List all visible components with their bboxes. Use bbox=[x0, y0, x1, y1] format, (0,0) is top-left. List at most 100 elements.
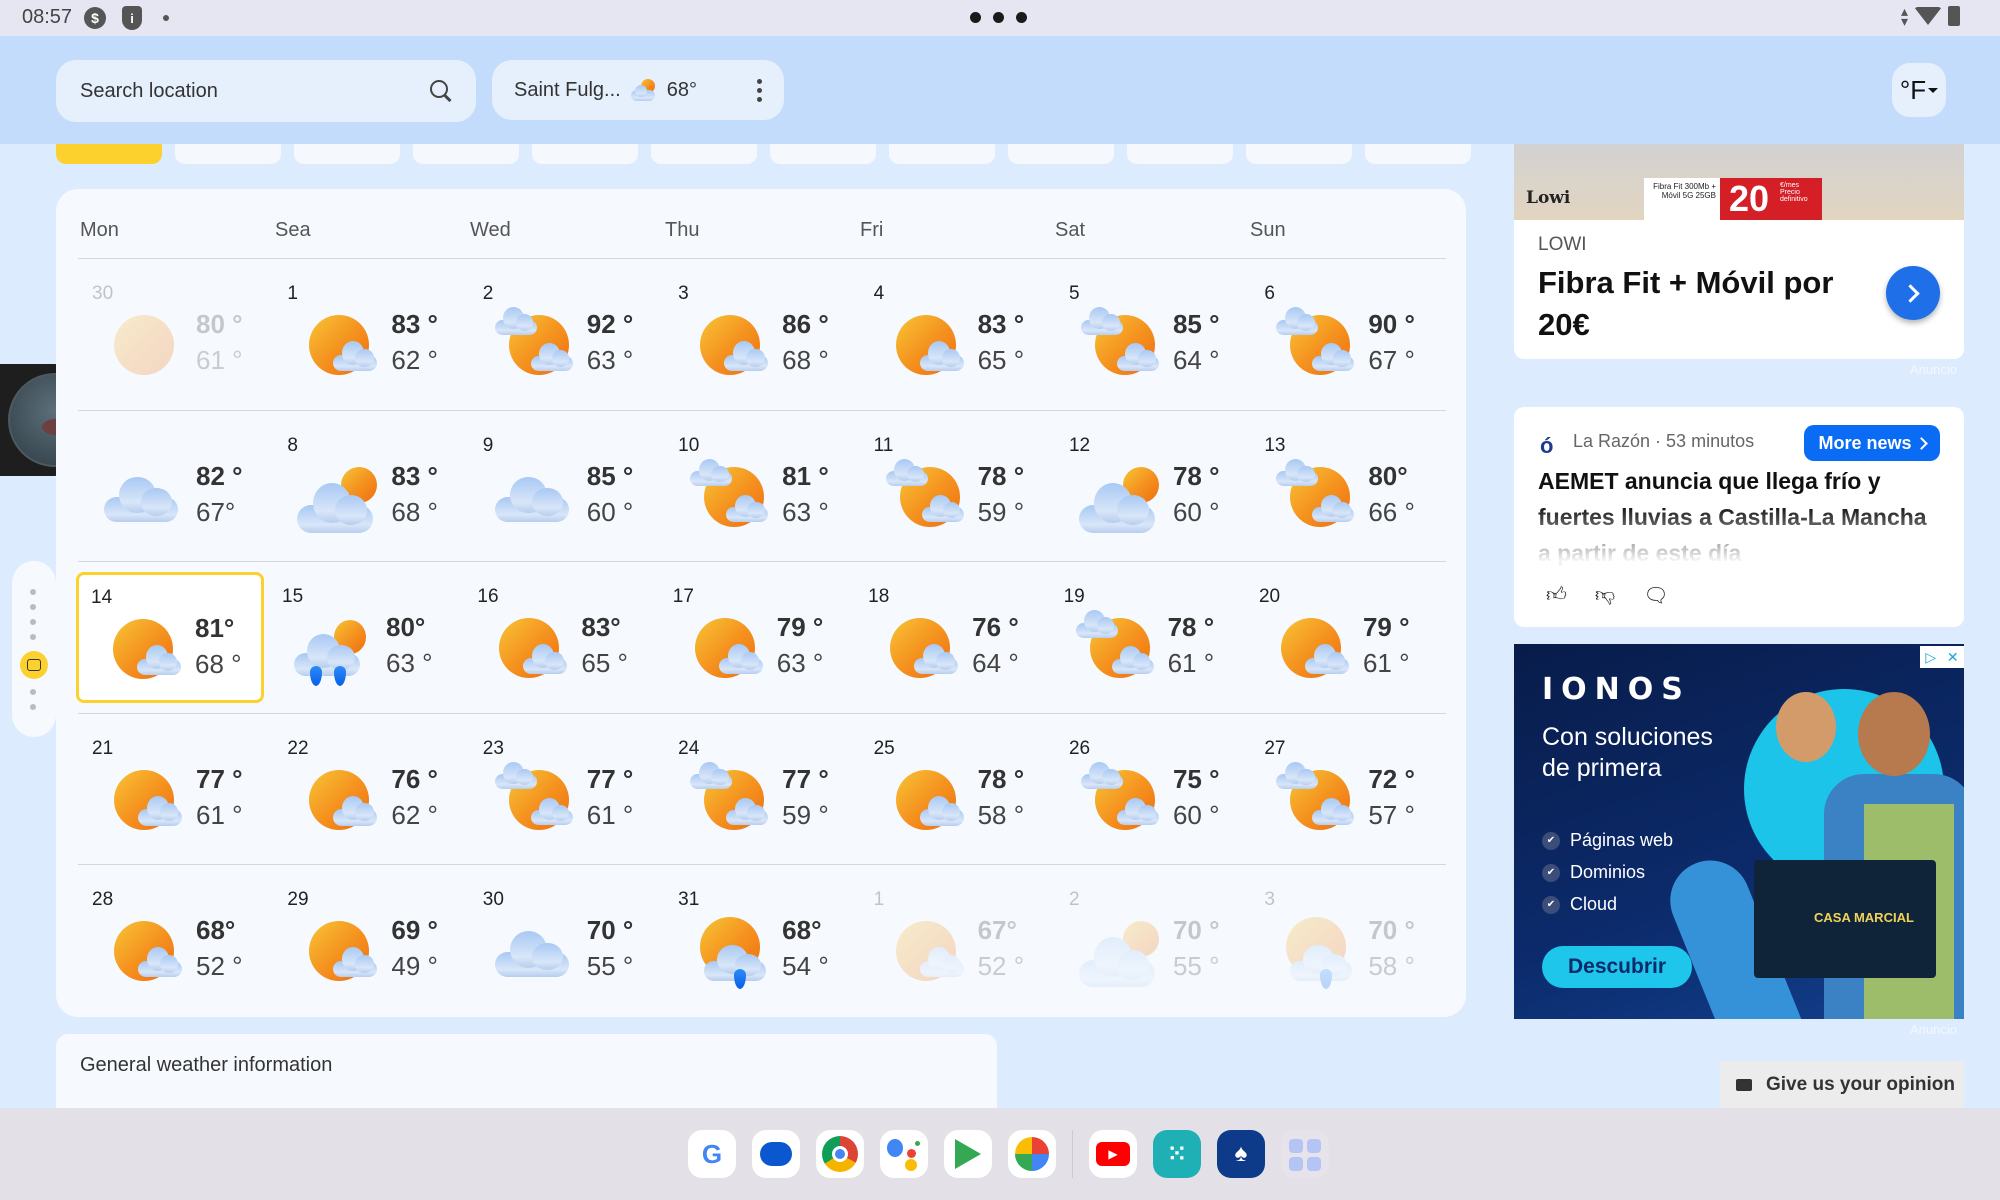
news-card[interactable]: ó La Razón · 53 minutos More news AEMET … bbox=[1514, 407, 1964, 627]
calendar-day[interactable]: 5 85 ° 64 ° bbox=[1055, 259, 1250, 410]
day-number: 28 bbox=[92, 889, 114, 910]
ad-open-button[interactable] bbox=[1886, 266, 1940, 320]
calendar-day[interactable]: 1 83 ° 62 ° bbox=[273, 259, 468, 410]
photos-app-icon[interactable] bbox=[1008, 1130, 1056, 1178]
low-temperature: 63 ° bbox=[586, 345, 634, 375]
calendar-day[interactable]: 16 83° 65 ° bbox=[463, 562, 658, 713]
month-tab[interactable] bbox=[1127, 144, 1233, 164]
calendar-day[interactable]: 27 72 ° 57 ° bbox=[1250, 714, 1445, 865]
calendar-day[interactable]: 3 70 ° 58 ° bbox=[1250, 865, 1445, 1017]
calendar-day[interactable]: 12 78 ° 60 ° bbox=[1055, 411, 1250, 562]
assistant-app-icon[interactable] bbox=[880, 1130, 928, 1178]
youtube-app-icon[interactable]: ▶ bbox=[1089, 1130, 1137, 1178]
high-temperature: 83° bbox=[581, 612, 621, 642]
calendar-day[interactable]: 8 83 ° 68 ° bbox=[273, 411, 468, 562]
current-location-chip[interactable]: Saint Fulg... 68° bbox=[492, 60, 784, 120]
calendar-day[interactable]: 29 69 ° 49 ° bbox=[273, 865, 468, 1017]
search-input[interactable]: Search location bbox=[56, 60, 476, 122]
thumbs-up-icon[interactable]: 👍︎ bbox=[1546, 583, 1567, 608]
month-tab[interactable] bbox=[1246, 144, 1352, 164]
high-temperature: 77 ° bbox=[196, 763, 243, 794]
calendar-day[interactable]: 2 70 ° 55 ° bbox=[1055, 865, 1250, 1017]
calendar-day[interactable]: 17 79 ° 63 ° bbox=[659, 562, 854, 713]
month-tab[interactable] bbox=[175, 144, 281, 164]
calendar-day[interactable]: 1 67° 52 ° bbox=[860, 865, 1055, 1017]
calendar-day[interactable]: 82 ° 67° bbox=[78, 411, 273, 562]
calendar-day[interactable]: 22 76 ° 62 ° bbox=[273, 714, 468, 865]
thumbs-down-icon[interactable]: 👎︎ bbox=[1595, 583, 1615, 608]
google-app-icon[interactable]: G bbox=[688, 1130, 736, 1178]
calendar-day[interactable]: 3 86 ° 68 ° bbox=[664, 259, 859, 410]
side-page-indicator[interactable] bbox=[12, 561, 56, 737]
page-dot[interactable] bbox=[30, 704, 36, 710]
month-tab[interactable] bbox=[532, 144, 638, 164]
low-temperature: 52 ° bbox=[977, 951, 1025, 981]
ad-title[interactable]: Fibra Fit + Móvil por 20€ bbox=[1538, 262, 1868, 346]
ad-image[interactable]: Lowi Fibra Fit 300Mb + Móvil 5G 25GB 20 … bbox=[1514, 144, 1964, 220]
calendar-day[interactable]: 26 75 ° 60 ° bbox=[1055, 714, 1250, 865]
search-icon[interactable] bbox=[430, 80, 452, 102]
month-tab[interactable] bbox=[56, 144, 162, 164]
calendar-day-selected[interactable]: 14 81° 68 ° bbox=[76, 572, 264, 703]
calendar-day[interactable]: 6 90 ° 67 ° bbox=[1250, 259, 1445, 410]
feedback-button[interactable]: Give us your opinion bbox=[1720, 1061, 1964, 1109]
app-drawer-icon[interactable] bbox=[1281, 1130, 1329, 1178]
fitbit-app-icon[interactable]: ⁙ bbox=[1153, 1130, 1201, 1178]
solitaire-app-icon[interactable]: ♠ bbox=[1217, 1130, 1265, 1178]
calendar-day[interactable]: 18 76 ° 64 ° bbox=[854, 562, 1049, 713]
page-dot[interactable] bbox=[30, 634, 36, 640]
low-temperature: 60 ° bbox=[586, 496, 634, 527]
calendar-day[interactable]: 23 77 ° 61 ° bbox=[469, 714, 664, 865]
calendar-day[interactable]: 11 78 ° 59 ° bbox=[860, 411, 1055, 562]
calendar-day[interactable]: 25 78 ° 58 ° bbox=[860, 714, 1055, 865]
window-handle-icon[interactable] bbox=[970, 12, 1027, 23]
month-tab[interactable] bbox=[770, 144, 876, 164]
calendar-day[interactable]: 9 85 ° 60 ° bbox=[469, 411, 664, 562]
calendar-day[interactable]: 30 80 ° 61 ° bbox=[78, 259, 273, 410]
more-news-button[interactable]: More news bbox=[1804, 425, 1940, 461]
calendar-day[interactable]: 19 78 ° 61 ° bbox=[1050, 562, 1245, 713]
page-dot[interactable] bbox=[30, 619, 36, 625]
ionos-ad[interactable]: CASA MARCIAL IONOS Con soluciones de pri… bbox=[1514, 644, 1964, 1019]
high-temperature: 80° bbox=[1368, 460, 1408, 491]
play-store-app-icon[interactable] bbox=[944, 1130, 992, 1178]
calendar-day[interactable]: 15 80° 63 ° bbox=[268, 562, 463, 713]
ad-choices-icon[interactable]: ▷ ✕ bbox=[1920, 646, 1964, 668]
weekday-label: Mon bbox=[80, 219, 119, 241]
low-temperature: 58 ° bbox=[977, 799, 1025, 830]
month-tab[interactable] bbox=[889, 144, 995, 164]
month-tab[interactable] bbox=[651, 144, 757, 164]
calendar-day[interactable]: 4 83 ° 65 ° bbox=[860, 259, 1055, 410]
lowi-ad[interactable]: Lowi Fibra Fit 300Mb + Móvil 5G 25GB 20 … bbox=[1514, 144, 1964, 359]
high-temperature: 77 ° bbox=[586, 763, 634, 794]
month-tab[interactable] bbox=[1008, 144, 1114, 164]
low-temperature: 63 ° bbox=[776, 648, 824, 678]
page-dot[interactable] bbox=[30, 689, 36, 695]
calendar-day[interactable]: 20 79 ° 61 ° bbox=[1245, 562, 1440, 713]
location-name: Saint Fulg... bbox=[514, 78, 621, 101]
comment-icon[interactable]: 🗨︎ bbox=[1643, 583, 1668, 608]
calendar-day[interactable]: 30 70 ° 55 ° bbox=[469, 865, 664, 1017]
messages-app-icon[interactable] bbox=[752, 1130, 800, 1178]
calendar-day[interactable]: 13 80° 66 ° bbox=[1250, 411, 1445, 562]
calendar-day[interactable]: 24 77 ° 59 ° bbox=[664, 714, 859, 865]
more-options-icon[interactable] bbox=[757, 78, 762, 102]
calendar-day[interactable]: 28 68° 52 ° bbox=[78, 865, 273, 1017]
page-dot[interactable] bbox=[30, 604, 36, 610]
month-tab[interactable] bbox=[294, 144, 400, 164]
page-dot[interactable] bbox=[30, 589, 36, 595]
month-tab[interactable] bbox=[1365, 144, 1471, 164]
discover-button[interactable]: Descubrir bbox=[1542, 946, 1692, 988]
calendar-day[interactable]: 21 77 ° 61 ° bbox=[78, 714, 273, 865]
calendar-day[interactable]: 31 68° 54 ° bbox=[664, 865, 859, 1017]
calendar-page-icon[interactable] bbox=[20, 651, 48, 679]
month-tab[interactable] bbox=[413, 144, 519, 164]
temperature-unit-dropdown[interactable]: °F bbox=[1892, 63, 1946, 117]
mostly-cloudy-icon bbox=[690, 458, 769, 531]
chrome-app-icon[interactable] bbox=[816, 1130, 864, 1178]
low-temperature: 61 ° bbox=[1362, 648, 1410, 678]
high-temperature: 85 ° bbox=[1172, 309, 1220, 339]
news-headline[interactable]: AEMET anuncia que llega frío y fuertes l… bbox=[1538, 463, 1938, 571]
calendar-day[interactable]: 10 81 ° 63 ° bbox=[664, 411, 859, 562]
calendar-day[interactable]: 2 92 ° 63 ° bbox=[469, 259, 664, 410]
